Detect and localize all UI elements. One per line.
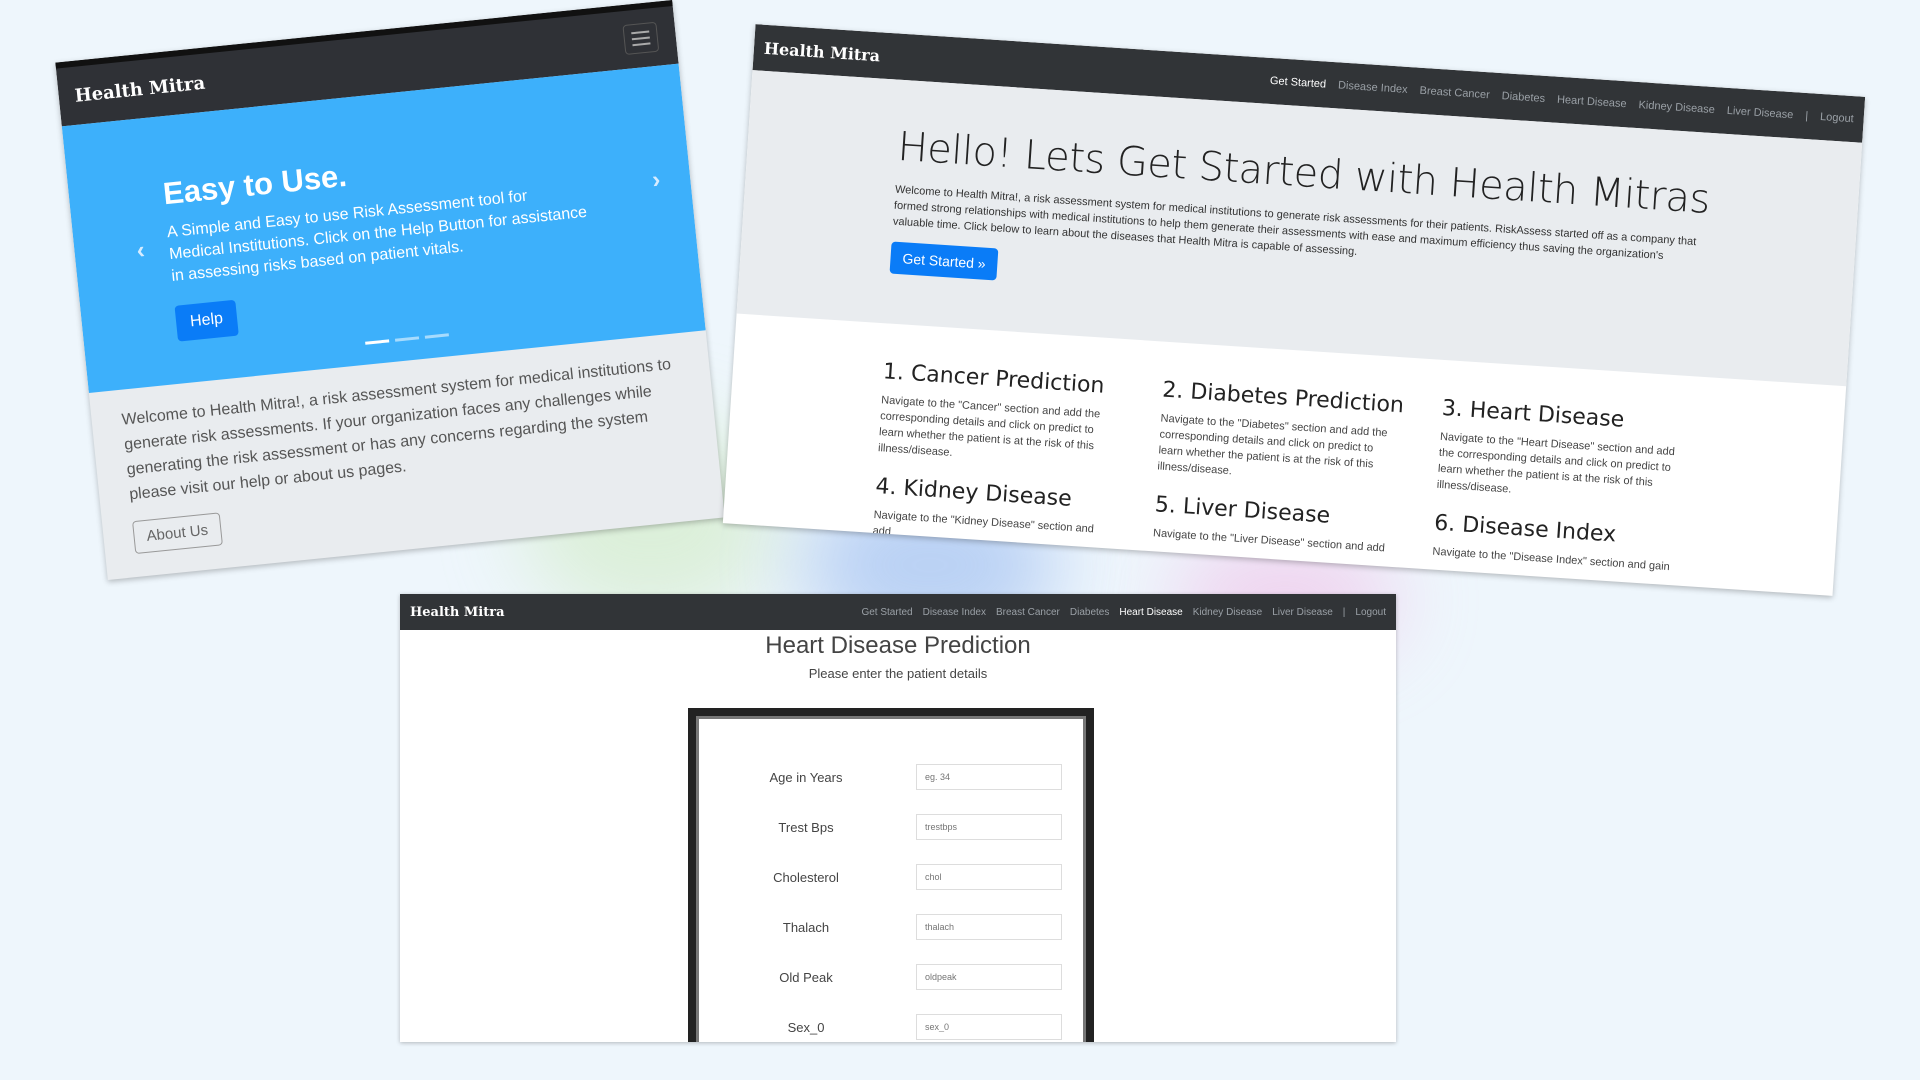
- nav-kidney-disease[interactable]: Kidney Disease: [1638, 99, 1715, 116]
- nav-breast-cancer[interactable]: Breast Cancer: [996, 607, 1060, 618]
- brand-logo[interactable]: Health Mitra: [410, 605, 505, 620]
- carousel-indicators: [365, 333, 449, 345]
- nav-logout[interactable]: Logout: [1820, 111, 1854, 125]
- age-input[interactable]: [916, 764, 1062, 790]
- carousel-indicator[interactable]: [424, 333, 449, 339]
- nav-separator: |: [1342, 606, 1346, 618]
- form-row: Thalach: [696, 902, 1086, 952]
- feature-text: Navigate to the "Cancer" section and add…: [877, 394, 1101, 459]
- about-us-button[interactable]: About Us: [132, 512, 223, 555]
- carousel-prev-icon[interactable]: ‹: [135, 237, 146, 266]
- nav-separator: |: [1804, 110, 1809, 123]
- trestbps-label: Trest Bps: [778, 819, 834, 835]
- nav-get-started[interactable]: Get Started: [1270, 75, 1327, 91]
- form-row: Trest Bps: [696, 802, 1086, 852]
- help-button[interactable]: Help: [174, 299, 239, 342]
- nav-heart-disease[interactable]: Heart Disease: [1557, 94, 1627, 111]
- carousel-next-icon[interactable]: ›: [651, 166, 662, 195]
- cholesterol-label: Cholesterol: [773, 869, 839, 885]
- form-row: Old Peak: [696, 952, 1086, 1002]
- nav-breast-cancer[interactable]: Breast Cancer: [1419, 85, 1490, 102]
- nav-diabetes[interactable]: Diabetes: [1070, 607, 1109, 618]
- thalach-label: Thalach: [782, 919, 830, 935]
- nav-liver-disease[interactable]: Liver Disease: [1726, 105, 1793, 121]
- form-row: Cholesterol: [696, 852, 1086, 902]
- nav-kidney-disease[interactable]: Kidney Disease: [1193, 607, 1262, 618]
- heart-disease-screenshot: Health Mitra Get Started Disease Index B…: [400, 594, 1396, 1042]
- navbar: Health Mitra Get Started Disease Index B…: [400, 594, 1396, 630]
- page-title: Heart Disease Prediction: [765, 632, 1031, 659]
- nav-liver-disease[interactable]: Liver Disease: [1272, 607, 1333, 618]
- brand-logo[interactable]: Health Mitra: [74, 72, 206, 106]
- carousel-indicator[interactable]: [394, 336, 420, 342]
- feature-card: 6. Disease Index Navigate to the "Diseas…: [1431, 511, 1715, 594]
- feature-card: 1. Cancer Prediction Navigate to the "Ca…: [878, 359, 1164, 474]
- thalach-input[interactable]: [916, 914, 1062, 940]
- trestbps-input[interactable]: [916, 814, 1062, 840]
- nav-disease-index[interactable]: Disease Index: [1338, 79, 1408, 96]
- landing-screenshot: Health Mitra Get Started Disease Index B…: [722, 24, 1866, 596]
- nav-disease-index[interactable]: Disease Index: [923, 607, 986, 618]
- form-row: Sex_0: [696, 1002, 1086, 1042]
- feature-card: 3. Heart Disease Navigate to the "Heart …: [1436, 396, 1722, 511]
- nav-get-started[interactable]: Get Started: [861, 607, 912, 618]
- form-row: Age in Years: [696, 752, 1086, 802]
- sex-label: Sex_0: [787, 1019, 825, 1035]
- patient-details-form: Age in Years Trest Bps Cholesterol Thala…: [688, 708, 1094, 1042]
- oldpeak-input[interactable]: [916, 964, 1062, 990]
- oldpeak-label: Old Peak: [779, 969, 833, 985]
- mobile-screenshot: Health Mitra ‹ › Easy to Use. A Simple a…: [55, 0, 725, 580]
- feature-text: Navigate to the "Diabetes" section and a…: [1157, 412, 1388, 478]
- page-subtitle: Please enter the patient details: [808, 666, 988, 681]
- hamburger-menu-icon[interactable]: [622, 21, 660, 56]
- carousel-indicator[interactable]: [365, 339, 390, 345]
- get-started-button[interactable]: Get Started »: [889, 241, 999, 281]
- nav-logout[interactable]: Logout: [1355, 607, 1386, 618]
- age-label: Age in Years: [769, 769, 843, 785]
- cholesterol-input[interactable]: [916, 864, 1062, 890]
- feature-text: Navigate to the "Heart Disease" section …: [1436, 430, 1676, 496]
- brand-logo[interactable]: Health Mitra: [763, 38, 880, 65]
- nav-diabetes[interactable]: Diabetes: [1501, 90, 1545, 105]
- sex-input[interactable]: [916, 1014, 1062, 1040]
- feature-card: 2. Diabetes Prediction Navigate to the "…: [1157, 378, 1443, 493]
- nav-heart-disease[interactable]: Heart Disease: [1119, 607, 1182, 618]
